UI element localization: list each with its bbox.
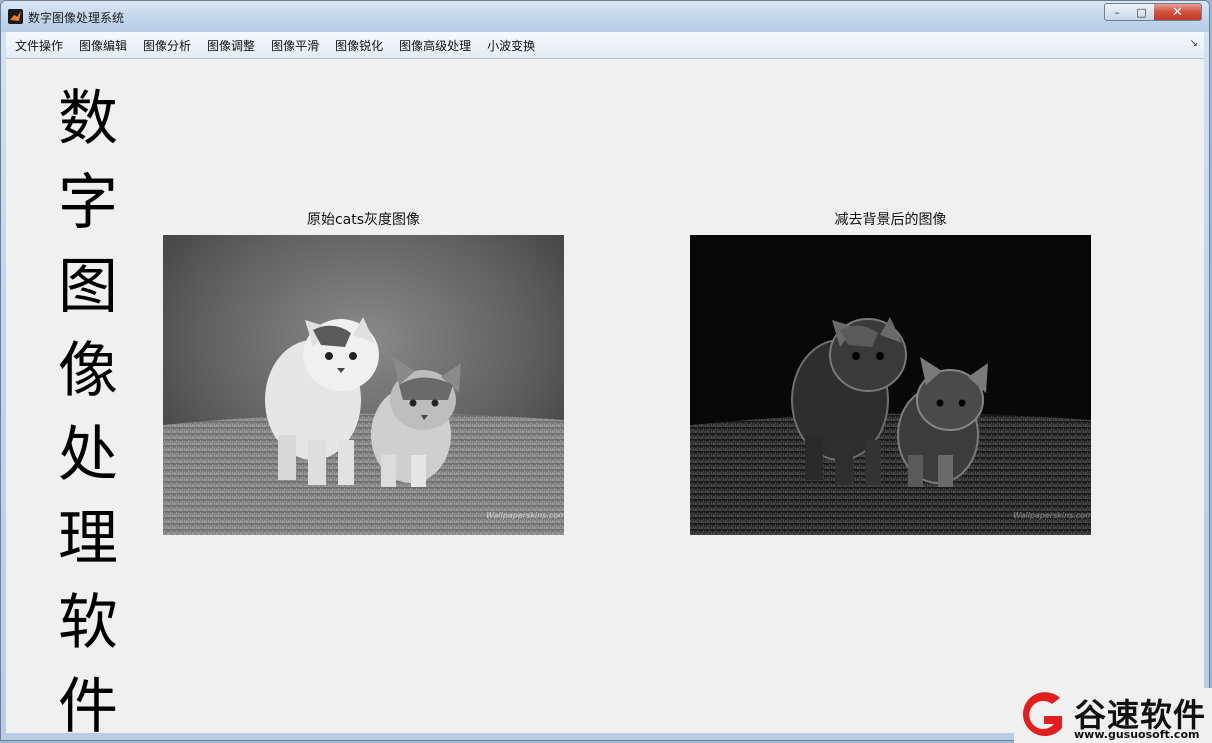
minimize-button[interactable]: – (1104, 3, 1130, 21)
title-char: 软 (58, 588, 118, 658)
site-watermark: 谷速软件 www.gusuosoft.com (1014, 688, 1212, 743)
title-bar[interactable]: 数字图像处理系统 – □ ✕ (1, 1, 1209, 32)
title-char: 字 (58, 168, 118, 238)
original-image-title: 原始cats灰度图像 (306, 212, 421, 228)
menu-smooth[interactable]: 图像平滑 (263, 37, 327, 54)
app-window: 数字图像处理系统 – □ ✕ 文件操作 图像编辑 图像分析 图像调整 图像平滑 … (0, 0, 1210, 741)
matlab-app-icon[interactable] (8, 9, 23, 24)
close-button[interactable]: ✕ (1154, 3, 1202, 21)
software-title-vertical: 数 字 图 像 处 理 软 件 (56, 77, 120, 733)
image-watermark-text: Wallpaperskins.com (1013, 511, 1091, 520)
menu-edit[interactable]: 图像编辑 (71, 37, 135, 54)
menu-analysis[interactable]: 图像分析 (135, 37, 199, 54)
image-watermark-text: Wallpaperskins.com (486, 511, 564, 520)
title-char: 图 (58, 252, 118, 322)
title-char: 理 (58, 504, 118, 574)
menubar-overflow-arrow-icon[interactable]: ↘ (1190, 38, 1198, 49)
menu-wavelet[interactable]: 小波变换 (479, 37, 543, 54)
gusuo-logo-icon (1022, 692, 1062, 737)
title-char: 处 (58, 420, 118, 490)
title-char: 像 (58, 336, 118, 406)
menu-sharpen[interactable]: 图像锐化 (327, 37, 391, 54)
maximize-button[interactable]: □ (1129, 3, 1155, 21)
original-gray-image[interactable]: Wallpaperskins.com (163, 235, 564, 535)
menu-advanced[interactable]: 图像高级处理 (391, 37, 479, 54)
title-char: 数 (58, 84, 118, 154)
window-title: 数字图像处理系统 (28, 11, 125, 25)
site-url: www.gusuosoft.com (1074, 728, 1200, 741)
menu-adjust[interactable]: 图像调整 (199, 37, 263, 54)
title-char: 件 (58, 672, 118, 733)
figure-client-area: 数 字 图 像 处 理 软 件 原始cats灰度图像 Wallpaperskin… (6, 59, 1204, 733)
background-subtracted-title: 减去背景后的图像 (834, 212, 947, 228)
background-subtracted-image[interactable]: Wallpaperskins.com (690, 235, 1091, 535)
menu-bar: 文件操作 图像编辑 图像分析 图像调整 图像平滑 图像锐化 图像高级处理 小波变… (6, 32, 1204, 59)
menu-file[interactable]: 文件操作 (6, 37, 71, 54)
